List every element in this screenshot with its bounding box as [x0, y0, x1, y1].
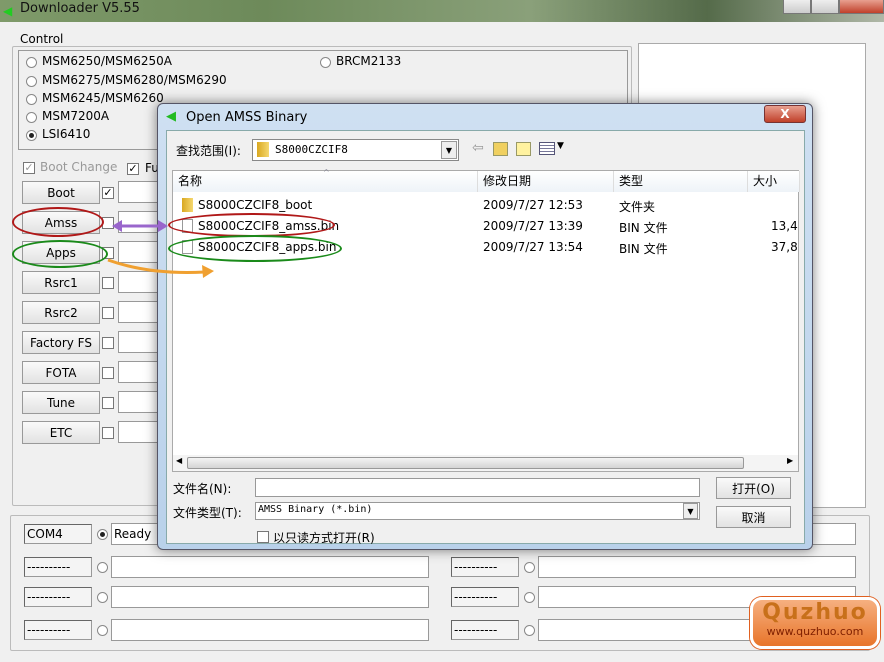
annotation-arrows: [107, 220, 214, 278]
purple-arrowhead-left: [112, 220, 122, 232]
watermark-brand: Quzhuo: [762, 600, 868, 625]
orange-arrow: [107, 258, 206, 274]
purple-arrowhead-right: [158, 220, 168, 232]
orange-arrowhead: [202, 265, 214, 278]
watermark-logo: Quzhuo www.quzhuo.com: [750, 597, 880, 649]
watermark-url: www.quzhuo.com: [766, 625, 864, 638]
